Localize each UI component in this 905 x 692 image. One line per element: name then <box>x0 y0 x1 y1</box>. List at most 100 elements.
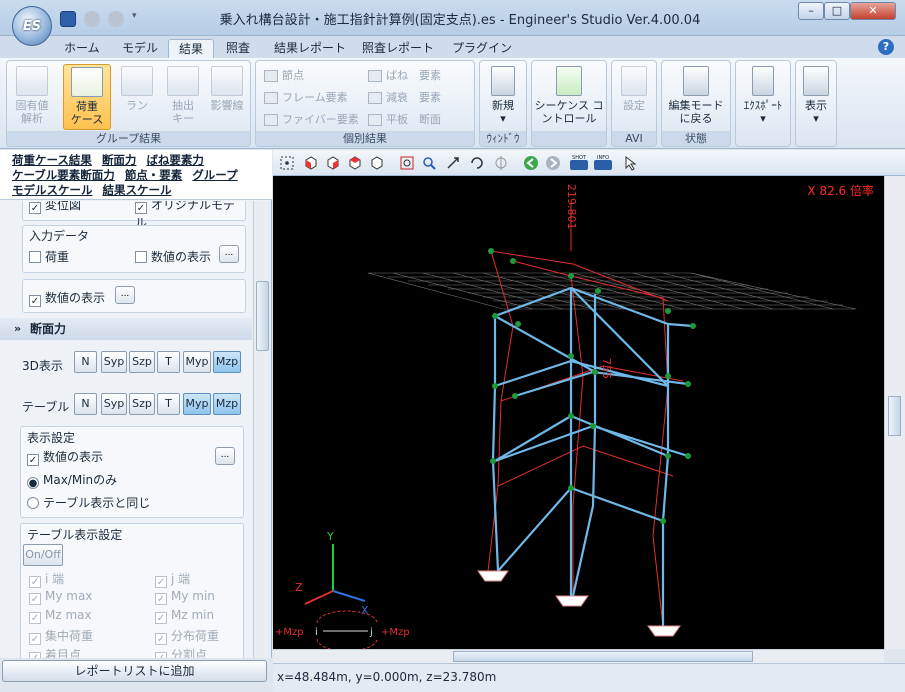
table-syp-button[interactable]: Syp <box>101 393 127 415</box>
onoff-button[interactable]: On/Off <box>23 544 63 566</box>
tab-plugin[interactable]: プラグイン <box>442 39 522 58</box>
3d-syp-button[interactable]: Syp <box>101 351 127 373</box>
pointer-icon[interactable] <box>623 155 639 171</box>
link-model-scale[interactable]: モデルスケール <box>12 183 93 197</box>
focus-point-checkbox[interactable]: ✓着目点 <box>29 646 81 658</box>
tab-results[interactable]: 結果 <box>168 39 215 58</box>
link-spring-force[interactable]: ばね要素力 <box>146 153 204 167</box>
influence-line-button[interactable]: 影響線 <box>205 64 249 130</box>
3d-n-button[interactable]: N <box>74 351 97 373</box>
avi-settings-label: 設定 <box>623 99 645 112</box>
run-button[interactable]: ラン <box>115 64 159 130</box>
viewport-vscroll-thumb[interactable] <box>888 396 901 436</box>
undo-icon[interactable] <box>84 11 100 27</box>
link-group[interactable]: グループ <box>192 168 237 182</box>
link-load-case-results[interactable]: 荷重ケース結果 <box>12 153 92 167</box>
view-cube-front-icon[interactable] <box>303 155 319 171</box>
input-show-values-checkbox[interactable]: 数値の表示 <box>135 248 211 265</box>
link-result-scale[interactable]: 結果スケール <box>103 183 172 197</box>
tab-check[interactable]: 照査 <box>216 39 260 58</box>
node-result-button[interactable]: 節点 <box>264 67 304 85</box>
ds-more-button[interactable]: ... <box>215 447 235 465</box>
input-data-more-button[interactable]: ... <box>219 245 239 263</box>
save-icon[interactable] <box>60 11 76 27</box>
view-cube-top-icon[interactable] <box>347 155 363 171</box>
new-window-button[interactable]: 新規 ▾ <box>482 64 524 130</box>
close-button[interactable]: ✕ <box>850 2 896 20</box>
tab-result-report[interactable]: 結果レポート <box>264 39 356 58</box>
section-force-header[interactable]: » 断面力 <box>0 318 252 340</box>
tab-check-report[interactable]: 照査レポート <box>352 39 444 58</box>
quick-access-dropdown-icon[interactable]: ▾ <box>132 11 142 27</box>
mz-min-checkbox[interactable]: ✓ Mz min <box>155 608 214 624</box>
i-end-checkbox[interactable]: ✓ i 端 <box>29 570 64 588</box>
tab-home[interactable]: ホーム <box>54 39 110 58</box>
select-all-icon[interactable] <box>279 155 295 171</box>
point-load-checkbox[interactable]: ✓ 集中荷重 <box>29 627 93 645</box>
tab-model[interactable]: モデル <box>112 39 168 58</box>
link-node-element[interactable]: 節点・要素 <box>125 168 183 182</box>
distributed-load-checkbox[interactable]: ✓ 分布荷重 <box>155 627 219 645</box>
viewport-vertical-scrollbar[interactable] <box>884 176 905 649</box>
screenshot-icon[interactable]: SHOT <box>569 155 589 171</box>
3d-viewport[interactable]: X 82.6 倍率 219.801 755 Y Z X +Mzp +Mzp i … <box>273 176 884 649</box>
viewport-hscroll-thumb[interactable] <box>453 651 753 662</box>
forward-icon[interactable] <box>545 155 561 171</box>
same-as-table-radio[interactable]: テーブル表示と同じ <box>27 494 150 511</box>
show-values-more-button[interactable]: ... <box>115 286 135 304</box>
viewport-horizontal-scrollbar[interactable] <box>273 649 884 663</box>
zoom-window-icon[interactable] <box>399 155 415 171</box>
info-icon[interactable]: INFO <box>593 155 613 171</box>
damper-icon <box>368 92 382 104</box>
3d-t-button[interactable]: T <box>157 351 180 373</box>
3d-mzp-button[interactable]: Mzp <box>213 351 241 373</box>
sequence-control-button[interactable]: シーケンス コ ントロール <box>534 64 604 130</box>
link-section-force[interactable]: 断面力 <box>102 153 137 167</box>
add-to-report-list-button[interactable]: レポートリストに追加 <box>2 660 267 682</box>
eigenvalue-button[interactable]: 固有値 解析 <box>11 64 53 130</box>
back-to-edit-button[interactable]: 編集モード に戻る <box>664 64 728 130</box>
maxmin-radio[interactable]: ● Max/Minのみ <box>27 471 117 489</box>
link-cable-section-force[interactable]: ケーブル要素断面力 <box>12 168 115 182</box>
app-menu-button[interactable]: ES <box>12 6 52 46</box>
my-max-checkbox[interactable]: ✓ My max <box>29 589 92 605</box>
displacement-checkbox[interactable]: ✓ 変位図 <box>29 201 81 214</box>
load-checkbox[interactable]: 荷重 <box>29 248 69 265</box>
damper-element-button[interactable]: 減衰 要素 <box>368 89 441 107</box>
division-point-checkbox[interactable]: ✓分割点 <box>155 646 207 658</box>
left-scroll-thumb[interactable] <box>256 281 269 351</box>
redo-icon[interactable] <box>108 11 124 27</box>
plate-section-button[interactable]: 平板 断面 <box>368 111 441 129</box>
avi-settings-button[interactable]: 設定 <box>614 64 654 130</box>
3d-szp-button[interactable]: Szp <box>129 351 155 373</box>
pan-arrow-icon[interactable] <box>445 155 461 171</box>
mz-max-checkbox[interactable]: ✓ Mz max <box>29 608 92 624</box>
back-icon[interactable] <box>523 155 539 171</box>
frame-element-button[interactable]: フレーム要素 <box>264 89 348 107</box>
maximize-button[interactable]: □ <box>824 2 850 20</box>
orbit-icon[interactable] <box>493 155 509 171</box>
show-values-checkbox[interactable]: ✓ 数値の表示 <box>29 289 105 307</box>
spring-element-button[interactable]: ばね 要素 <box>368 67 441 85</box>
j-end-checkbox[interactable]: ✓ j 端 <box>155 570 190 588</box>
zoom-out-icon[interactable] <box>421 155 437 171</box>
view-cube-side-icon[interactable] <box>325 155 341 171</box>
my-min-checkbox[interactable]: ✓ My min <box>155 589 215 605</box>
table-n-button[interactable]: N <box>74 393 97 415</box>
table-szp-button[interactable]: Szp <box>129 393 155 415</box>
extract-key-button[interactable]: 抽出 キー <box>161 64 205 130</box>
rotate-icon[interactable] <box>469 155 485 171</box>
table-t-button[interactable]: T <box>157 393 180 415</box>
ds-show-values-checkbox[interactable]: ✓ 数値の表示 <box>27 448 103 466</box>
load-case-button[interactable]: 荷重 ケース <box>63 64 111 130</box>
table-myp-button[interactable]: Myp <box>183 393 211 415</box>
export-button[interactable]: ｴｸｽﾎﾟｰﾄ ▾ <box>738 64 788 130</box>
minimize-button[interactable]: – <box>798 2 824 20</box>
fiber-element-button[interactable]: ファイバー要素 <box>264 111 359 129</box>
display-button[interactable]: 表示 ▾ <box>798 64 834 130</box>
table-mzp-button[interactable]: Mzp <box>213 393 241 415</box>
view-cube-iso-icon[interactable] <box>369 155 385 171</box>
left-panel-scrollbar[interactable] <box>253 201 271 658</box>
help-icon[interactable]: ? <box>878 39 894 55</box>
3d-myp-button[interactable]: Myp <box>183 351 211 373</box>
